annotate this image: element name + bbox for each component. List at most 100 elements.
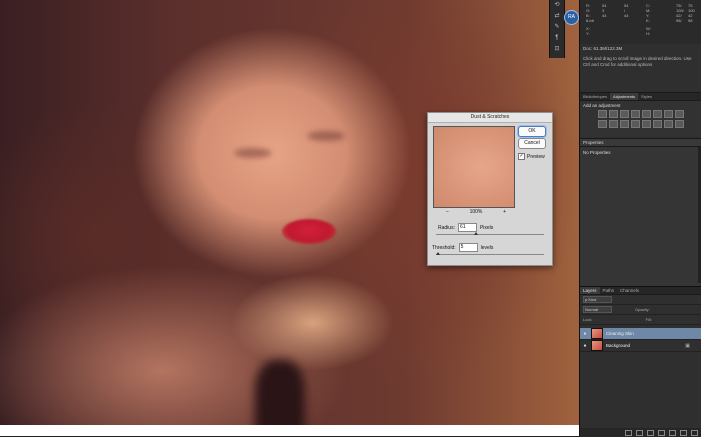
photo-eye-left: [234, 148, 272, 158]
link-layers-icon[interactable]: [625, 429, 632, 436]
radius-slider-thumb[interactable]: [474, 232, 478, 235]
trash-icon[interactable]: [691, 429, 698, 436]
threshold-row: Threshold: 5 levels: [432, 243, 493, 252]
layer-row-cleaning-skin[interactable]: ● Cleaning Skin: [580, 328, 701, 340]
fx-icon[interactable]: [636, 429, 643, 436]
brightness-contrast-icon[interactable]: [598, 110, 607, 118]
eye-icon[interactable]: ●: [580, 343, 588, 349]
invert-icon[interactable]: [631, 120, 640, 128]
channel-mixer-icon[interactable]: [609, 120, 618, 128]
info-rgb-labels: R: G: B: 8-bit: [586, 3, 594, 23]
black-white-icon[interactable]: [675, 110, 684, 118]
preview-checkbox[interactable]: ✓: [518, 153, 525, 160]
properties-title: Properties: [580, 139, 701, 147]
posterize-icon[interactable]: [642, 120, 651, 128]
tab-styles[interactable]: Styles: [638, 93, 655, 100]
layers-tabs: Layers Paths Channels: [580, 287, 701, 295]
avatar[interactable]: RA: [564, 10, 579, 25]
new-layer-icon[interactable]: [680, 429, 687, 436]
blend-row: Normal Opacity:: [580, 305, 701, 315]
ok-button[interactable]: OK: [518, 126, 546, 137]
preview-label: Preview: [527, 153, 545, 160]
hue-saturation-icon[interactable]: [653, 110, 662, 118]
info-wh: W: H:: [646, 26, 651, 36]
canvas-bottom-strip: [0, 425, 579, 436]
threshold-icon[interactable]: [653, 120, 662, 128]
no-properties-label: No Properties: [583, 150, 611, 155]
filter-preview-image[interactable]: [433, 126, 515, 208]
kind-filter-select[interactable]: ρ Kind: [583, 296, 612, 303]
adjustments-tabs: Bibliothèques Adjustments Styles: [580, 93, 701, 101]
document-canvas[interactable]: Dust & Scratches OK Cancel ✓ Preview − 1…: [0, 0, 579, 436]
cancel-button[interactable]: Cancel: [518, 138, 546, 149]
exposure-icon[interactable]: [631, 110, 640, 118]
brush-icon[interactable]: ✎: [550, 22, 564, 33]
layer-thumbnail: [591, 328, 603, 339]
threshold-label: Threshold:: [432, 244, 456, 251]
layer-filter-row: ρ Kind: [580, 295, 701, 305]
radius-row: Radius: 61 Pixels: [438, 223, 493, 232]
reset-icon[interactable]: ⟲: [550, 0, 564, 11]
info-bitdepth: 8-bit: [586, 18, 594, 23]
selective-color-icon[interactable]: [675, 120, 684, 128]
info-k-label: K:: [646, 18, 650, 23]
dust-scratches-dialog: Dust & Scratches OK Cancel ✓ Preview − 1…: [427, 112, 553, 266]
tab-libraries[interactable]: Bibliothèques: [580, 93, 610, 100]
threshold-input[interactable]: 5: [458, 243, 478, 252]
info-xy: X: Y:: [586, 26, 590, 36]
info-cmyk-labels: C: M: Y: K:: [646, 3, 650, 23]
arrows-icon[interactable]: ⇄: [550, 11, 564, 22]
mask-icon[interactable]: [647, 429, 654, 436]
radius-unit: Pixels: [479, 224, 494, 231]
layers-panel: Layers Paths Channels ρ Kind Normal Opac…: [580, 286, 701, 437]
info-rgb-values: 54 3 44: [602, 3, 606, 18]
info-rgb-values-2: 54 / 44: [624, 3, 628, 18]
threshold-slider[interactable]: [436, 252, 544, 255]
tab-adjustments[interactable]: Adjustments: [610, 93, 639, 100]
threshold-unit: levels: [480, 244, 494, 251]
adjustment-layer-icon[interactable]: [658, 429, 665, 436]
adjustments-panel: Bibliothèques Adjustments Styles Add an …: [580, 92, 701, 137]
gradient-map-icon[interactable]: [664, 120, 673, 128]
tab-paths[interactable]: Paths: [600, 287, 618, 294]
color-lookup-icon[interactable]: [620, 120, 629, 128]
info-k-value-2: 98: [688, 18, 693, 23]
fill-label: Fill:: [645, 317, 652, 322]
photo-filter-icon[interactable]: [598, 120, 607, 128]
eye-icon[interactable]: ●: [580, 331, 588, 337]
info-h-label: H:: [646, 31, 650, 36]
layer-row-background[interactable]: ● Background ▣: [580, 340, 701, 352]
levels-icon[interactable]: [609, 110, 618, 118]
info-cmyk-values: 75/ 100/ 42/ 98/: [676, 3, 684, 23]
preview-checkbox-row[interactable]: ✓ Preview: [518, 153, 545, 160]
layer-name: Cleaning Skin: [606, 331, 634, 336]
layer-name: Background: [606, 343, 631, 348]
zoom-in-icon[interactable]: +: [503, 209, 506, 215]
info-panel: R: G: B: 8-bit 54 3 44 54 / 44 C: M: Y: …: [580, 0, 701, 67]
paragraph-icon[interactable]: ¶: [550, 33, 564, 44]
layer-thumbnail: [591, 340, 603, 351]
lock-row: Lock: Fill:: [580, 315, 701, 325]
properties-panel: Properties No Properties: [580, 138, 701, 286]
tab-channels[interactable]: Channels: [617, 287, 642, 294]
opacity-label: Opacity:: [635, 307, 650, 312]
panel-tool-strip: ⟲ ⇄ ✎ ¶ ⊡: [549, 0, 565, 58]
zoom-out-icon[interactable]: −: [446, 209, 449, 215]
vibrance-icon[interactable]: [642, 110, 651, 118]
info-b-value: 44: [602, 13, 607, 18]
tab-layers[interactable]: Layers: [580, 287, 600, 294]
blend-mode-select[interactable]: Normal: [583, 306, 612, 313]
info-hint: Click and drag to scroll image in desire…: [583, 56, 692, 67]
group-icon[interactable]: [669, 429, 676, 436]
color-balance-icon[interactable]: [664, 110, 673, 118]
threshold-slider-thumb[interactable]: [436, 252, 440, 255]
adjustment-icons: [580, 110, 701, 128]
curves-icon[interactable]: [620, 110, 629, 118]
info-k-value: 98/: [676, 18, 682, 23]
layers-icon[interactable]: ⊡: [550, 44, 564, 55]
info-b-value-2: 44: [624, 13, 629, 18]
radius-input[interactable]: 61: [457, 223, 477, 232]
photo-eye-right: [307, 131, 345, 141]
radius-slider[interactable]: [436, 232, 544, 235]
zoom-level: 100%: [469, 209, 483, 215]
